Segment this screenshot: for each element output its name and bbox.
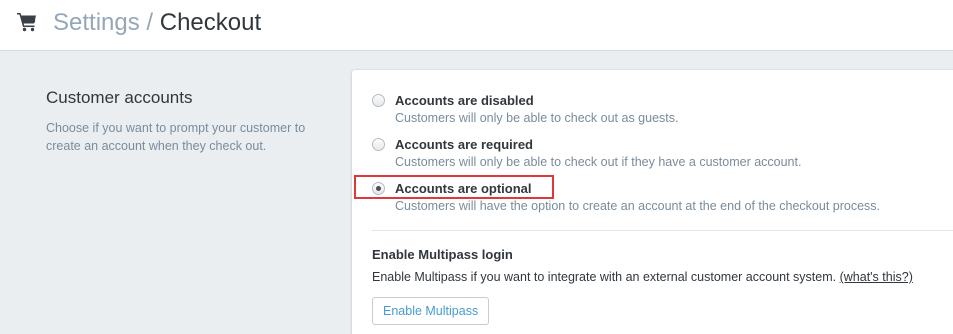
- option-help-text: Customers will have the option to create…: [395, 199, 881, 213]
- breadcrumb: Settings / Checkout: [53, 9, 261, 37]
- option-label[interactable]: Accounts are optional: [395, 180, 532, 197]
- option-help-text: Customers will only be able to check out…: [395, 155, 802, 169]
- page-title: Checkout: [159, 9, 262, 36]
- radio-accounts-disabled[interactable]: [372, 94, 385, 107]
- radio-accounts-required[interactable]: [372, 138, 385, 151]
- multipass-description-text: Enable Multipass if you want to integrat…: [372, 270, 837, 284]
- divider: [372, 230, 953, 231]
- top-bar: Settings / Checkout: [0, 0, 953, 51]
- breadcrumb-separator: /: [146, 9, 154, 36]
- radio-accounts-optional[interactable]: [372, 182, 385, 195]
- option-label[interactable]: Accounts are required: [395, 136, 533, 153]
- breadcrumb-settings-link[interactable]: Settings: [53, 9, 140, 36]
- section-description: Choose if you want to prompt your custom…: [46, 121, 306, 153]
- enable-multipass-button[interactable]: Enable Multipass: [372, 297, 490, 325]
- customer-accounts-card: Accounts are disabled Customers will onl…: [352, 70, 953, 334]
- whats-this-link[interactable]: (what's this?): [840, 270, 913, 284]
- multipass-title: Enable Multipass login: [372, 247, 513, 262]
- option-label[interactable]: Accounts are disabled: [395, 92, 534, 109]
- option-help-text: Customers will only be able to check out…: [395, 111, 679, 125]
- customer-accounts-info: Customer accounts Choose if you want to …: [46, 88, 326, 155]
- multipass-description: Enable Multipass if you want to integrat…: [372, 269, 913, 285]
- section-title: Customer accounts: [46, 88, 193, 107]
- shopping-cart-icon: [17, 13, 36, 32]
